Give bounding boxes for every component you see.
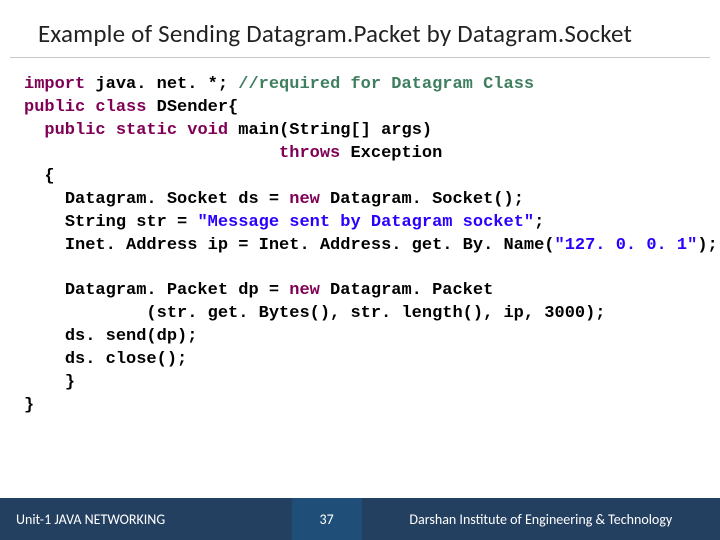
code-line: Inet. Address ip = Inet. Address. get. B… (65, 236, 555, 255)
keyword-public: public (24, 98, 85, 117)
keyword-throws: throws (279, 144, 340, 163)
slide: Example of Sending Datagram.Packet by Da… (0, 0, 720, 540)
brace: } (24, 396, 34, 415)
code-line: (str. get. Bytes(), str. length(), ip, 3… (146, 304, 605, 323)
string-literal: "Message sent by Datagram socket" (197, 213, 534, 232)
brace: { (44, 167, 54, 186)
code-line: Datagram. Packet dp = (65, 281, 289, 300)
class-name: DSender{ (146, 98, 238, 117)
code-line: Datagram. Socket ds = (65, 190, 289, 209)
keyword-new: new (289, 281, 320, 300)
code-block: import java. net. *; //required for Data… (0, 58, 720, 498)
code-line: Datagram. Packet (320, 281, 493, 300)
comment: //required for Datagram Class (238, 75, 534, 94)
code-line: ); (697, 236, 717, 255)
footer-institute: Darshan Institute of Engineering & Techn… (362, 498, 720, 540)
brace: } (65, 373, 75, 392)
code-line: String str = (65, 213, 198, 232)
footer-unit: Unit-1 JAVA NETWORKING (0, 498, 292, 540)
footer-page-number: 37 (292, 498, 362, 540)
import-package: java. net. *; (85, 75, 238, 94)
keyword-public: public (44, 121, 105, 140)
code-line: ds. send(dp); (65, 327, 198, 346)
keyword-class: class (95, 98, 146, 117)
keyword-static: static (116, 121, 177, 140)
keyword-void: void (187, 121, 228, 140)
keyword-import: import (24, 75, 85, 94)
throws-clause: Exception (340, 144, 442, 163)
code-line: ; (534, 213, 544, 232)
code-line: ds. close(); (65, 350, 187, 369)
slide-title: Example of Sending Datagram.Packet by Da… (10, 0, 710, 58)
keyword-new: new (289, 190, 320, 209)
string-literal: "127. 0. 0. 1" (555, 236, 698, 255)
code-line: Datagram. Socket(); (320, 190, 524, 209)
main-signature: main(String[] args) (228, 121, 432, 140)
footer: Unit-1 JAVA NETWORKING 37 Darshan Instit… (0, 498, 720, 540)
